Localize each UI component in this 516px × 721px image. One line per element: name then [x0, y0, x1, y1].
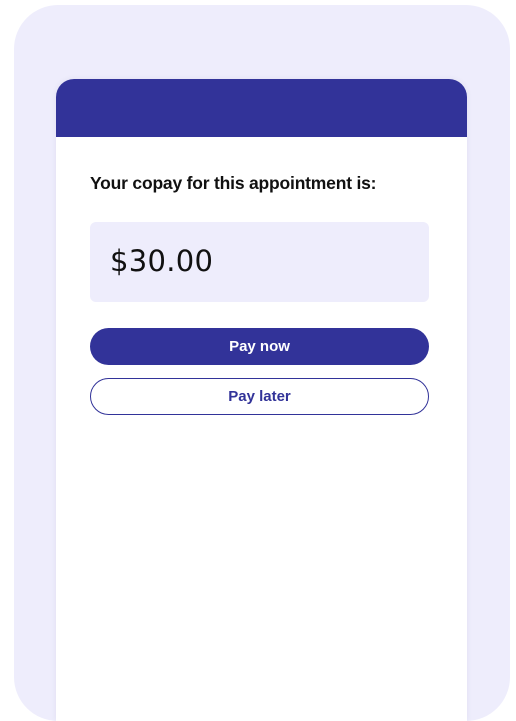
copay-prompt: Your copay for this appointment is:: [90, 173, 377, 193]
copay-amount-box: $30.00: [90, 222, 429, 302]
app-header-bar: [56, 79, 467, 137]
phone-screen: Your copay for this appointment is: $30.…: [56, 79, 467, 721]
pay-now-button[interactable]: Pay now: [90, 328, 429, 365]
pay-later-button[interactable]: Pay later: [90, 378, 429, 415]
copay-amount: $30.00: [110, 244, 214, 278]
